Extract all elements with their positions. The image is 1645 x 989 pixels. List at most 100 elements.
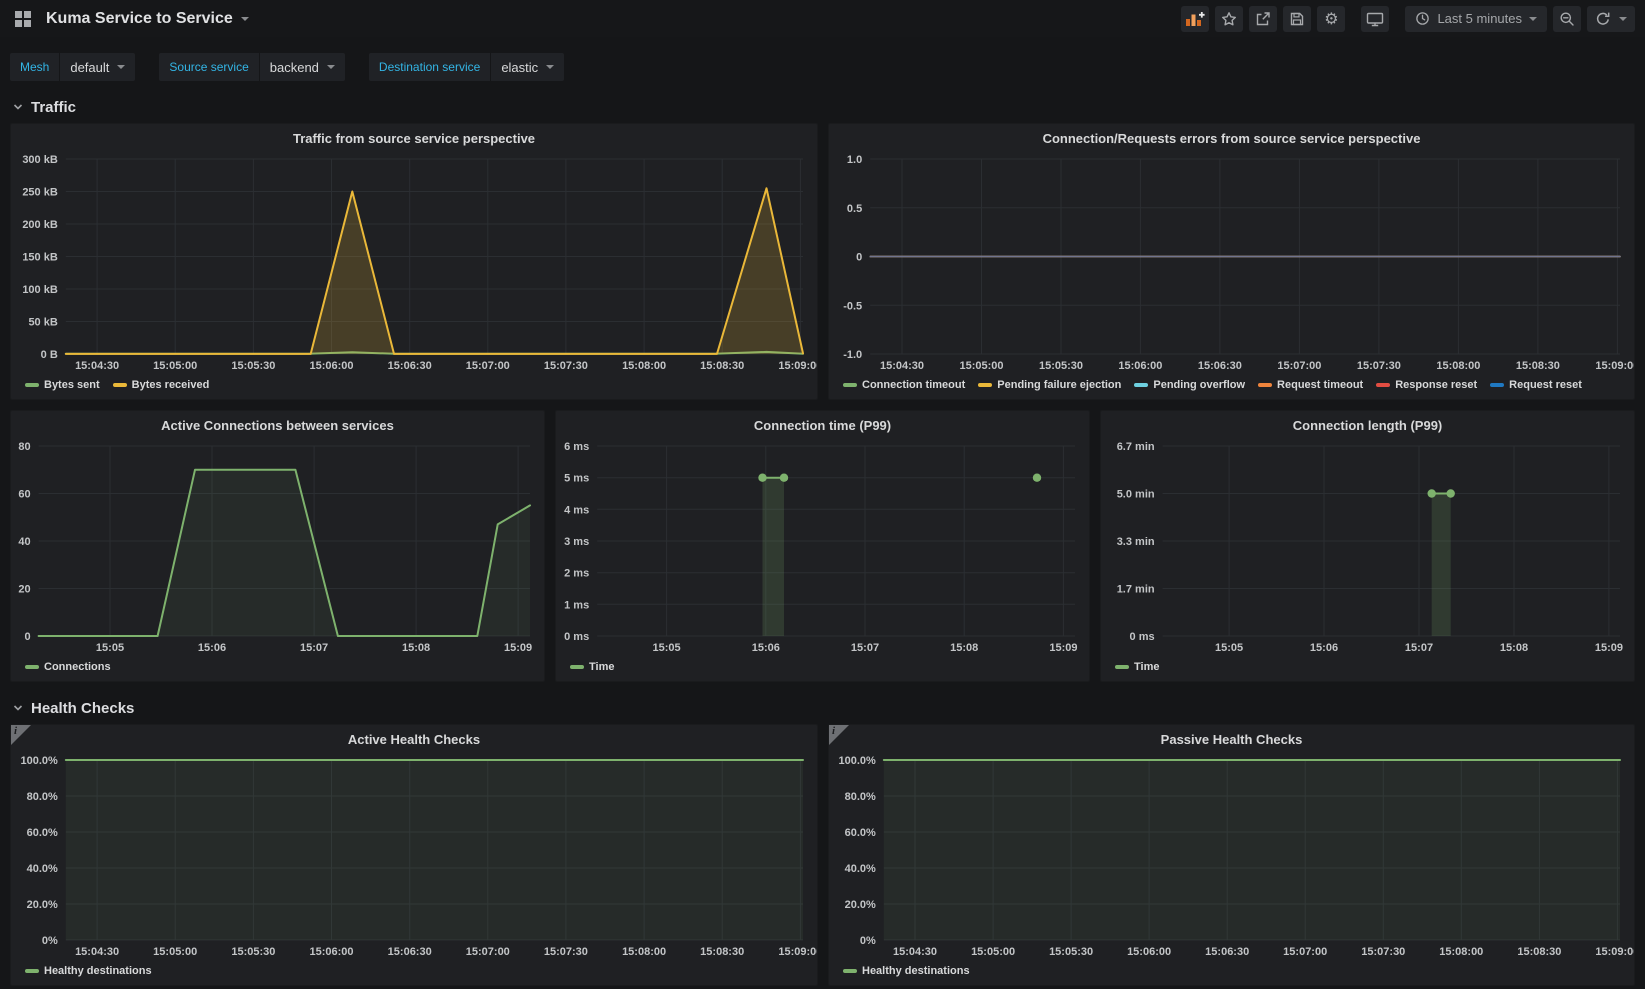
variable-value-text: default [70, 60, 109, 75]
svg-text:100.0%: 100.0% [838, 755, 876, 767]
legend-item-connections[interactable]: Connections [25, 661, 111, 673]
svg-text:15:05: 15:05 [653, 642, 681, 654]
svg-text:1 ms: 1 ms [564, 599, 589, 611]
zoom-out-button[interactable] [1553, 6, 1581, 32]
search-minus-icon [1559, 11, 1575, 27]
legend-connection-length-p99: Time [1101, 657, 1634, 681]
chevron-down-icon [12, 101, 24, 113]
save-button[interactable] [1283, 6, 1311, 32]
legend-swatch [1490, 383, 1504, 387]
panel-info-icon[interactable]: i [829, 725, 849, 745]
legend-item-connection-timeout[interactable]: Connection timeout [843, 379, 965, 391]
legend-item-time[interactable]: Time [570, 661, 614, 673]
svg-text:15:08:30: 15:08:30 [1516, 360, 1560, 372]
legend-item-pending-failure-ejection[interactable]: Pending failure ejection [978, 379, 1121, 391]
legend-label: Connections [44, 661, 111, 673]
svg-text:15:04:30: 15:04:30 [75, 946, 119, 958]
legend-item-request-timeout[interactable]: Request timeout [1258, 379, 1363, 391]
svg-text:15:07:30: 15:07:30 [1361, 946, 1405, 958]
svg-text:1.0: 1.0 [847, 154, 862, 166]
svg-text:15:07:00: 15:07:00 [466, 946, 510, 958]
legend-label: Time [589, 661, 614, 673]
row-header-health-checks[interactable]: Health Checks [10, 692, 1635, 724]
panel-connection-time-p99: Connection time (P99)0 ms1 ms2 ms3 ms4 m… [555, 410, 1090, 682]
svg-text:200 kB: 200 kB [22, 219, 58, 231]
legend-item-pending-overflow[interactable]: Pending overflow [1134, 379, 1245, 391]
svg-text:15:07: 15:07 [851, 642, 879, 654]
legend-label: Pending overflow [1153, 379, 1245, 391]
svg-text:15:08: 15:08 [950, 642, 978, 654]
chart-connection-length-p99[interactable]: 0 ms1.7 min3.3 min5.0 min6.7 min15:0515:… [1101, 436, 1634, 657]
legend-active-health-checks: Healthy destinations [11, 961, 817, 985]
legend-swatch [570, 665, 584, 669]
chart-active-health-checks[interactable]: 0%20.0%40.0%60.0%80.0%100.0%15:04:3015:0… [11, 750, 817, 961]
legend-swatch [25, 665, 39, 669]
chart-traffic-from-source[interactable]: 0 B50 kB100 kB150 kB200 kB250 kB300 kB15… [11, 149, 817, 375]
chart-passive-health-checks[interactable]: 0%20.0%40.0%60.0%80.0%100.0%15:04:3015:0… [829, 750, 1634, 961]
svg-text:300 kB: 300 kB [22, 154, 58, 166]
legend-item-time[interactable]: Time [1115, 661, 1159, 673]
svg-text:-1.0: -1.0 [843, 349, 862, 361]
refresh-button[interactable] [1587, 6, 1635, 32]
clock-icon [1415, 11, 1430, 26]
save-icon [1289, 11, 1305, 27]
row-header-traffic[interactable]: Traffic [10, 91, 1635, 123]
legend-item-healthy-destinations[interactable]: Healthy destinations [843, 965, 970, 977]
variable-value-dropdown[interactable]: backend [260, 53, 345, 81]
variable-label: Mesh [10, 53, 59, 81]
dashboards-grid-icon[interactable] [10, 6, 36, 32]
svg-text:15:06:00: 15:06:00 [1118, 360, 1162, 372]
legend-label: Healthy destinations [862, 965, 970, 977]
panel-info-icon[interactable]: i [11, 725, 31, 745]
legend-item-bytes-received[interactable]: Bytes received [113, 379, 210, 391]
star-button[interactable] [1215, 6, 1243, 32]
legend-item-response-reset[interactable]: Response reset [1376, 379, 1477, 391]
svg-text:0 ms: 0 ms [1130, 631, 1155, 643]
legend-passive-health-checks: Healthy destinations [829, 961, 1634, 985]
svg-text:6.7 min: 6.7 min [1117, 441, 1155, 453]
variable-destination-service: Destination service elastic [369, 53, 564, 81]
cycle-view-button[interactable] [1361, 6, 1389, 32]
svg-text:15:04:30: 15:04:30 [880, 360, 924, 372]
variable-value-dropdown[interactable]: default [60, 53, 135, 81]
panel-row-traffic-2: Active Connections between services02040… [10, 410, 1635, 682]
svg-text:15:09: 15:09 [1595, 642, 1623, 654]
refresh-icon [1595, 11, 1611, 27]
chart-active-connections[interactable]: 02040608015:0515:0615:0715:0815:09 [11, 436, 544, 657]
variable-mesh: Mesh default [10, 53, 135, 81]
time-range-button[interactable]: Last 5 minutes [1405, 6, 1547, 32]
legend-label: Connection timeout [862, 379, 965, 391]
panel-title-passive-health-checks[interactable]: Passive Health Checks [829, 725, 1634, 750]
panel-title-active-health-checks[interactable]: Active Health Checks [11, 725, 817, 750]
add-panel-button[interactable] [1181, 6, 1209, 32]
svg-text:15:05:00: 15:05:00 [153, 360, 197, 372]
svg-text:15:08:30: 15:08:30 [700, 946, 744, 958]
legend-item-request-reset[interactable]: Request reset [1490, 379, 1582, 391]
chart-connection-requests-errors[interactable]: -1.0-0.500.51.015:04:3015:05:0015:05:301… [829, 149, 1634, 375]
panel-title-connection-requests-errors[interactable]: Connection/Requests errors from source s… [829, 124, 1634, 149]
dashboard-title[interactable]: Kuma Service to Service [46, 10, 233, 28]
panel-title-traffic-from-source[interactable]: Traffic from source service perspective [11, 124, 817, 149]
svg-text:6 ms: 6 ms [564, 441, 589, 453]
svg-text:15:07: 15:07 [300, 642, 328, 654]
legend-item-bytes-sent[interactable]: Bytes sent [25, 379, 100, 391]
svg-text:15:06:00: 15:06:00 [309, 360, 353, 372]
legend-swatch [1115, 665, 1129, 669]
variable-value-dropdown[interactable]: elastic [491, 53, 564, 81]
panel-title-active-connections[interactable]: Active Connections between services [11, 411, 544, 436]
dashboard-body: Traffic Traffic from source service pers… [0, 91, 1645, 986]
settings-button[interactable]: ⚙ [1317, 6, 1345, 32]
panel-title-connection-time-p99[interactable]: Connection time (P99) [556, 411, 1089, 436]
variable-value-text: elastic [501, 60, 538, 75]
row-title: Health Checks [31, 700, 134, 717]
legend-swatch [1134, 383, 1148, 387]
legend-swatch [843, 383, 857, 387]
share-button[interactable] [1249, 6, 1277, 32]
legend-item-healthy-destinations[interactable]: Healthy destinations [25, 965, 152, 977]
svg-text:40.0%: 40.0% [27, 863, 58, 875]
chart-connection-time-p99[interactable]: 0 ms1 ms2 ms3 ms4 ms5 ms6 ms15:0515:0615… [556, 436, 1089, 657]
svg-text:15:08:00: 15:08:00 [1436, 360, 1480, 372]
panel-title-connection-length-p99[interactable]: Connection length (P99) [1101, 411, 1634, 436]
svg-text:15:06: 15:06 [1310, 642, 1338, 654]
legend-active-connections: Connections [11, 657, 544, 681]
